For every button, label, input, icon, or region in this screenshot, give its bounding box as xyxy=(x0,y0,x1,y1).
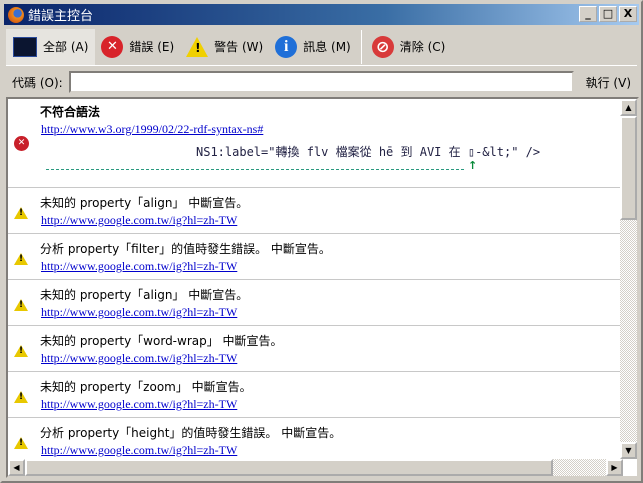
warning-link[interactable]: http://www.google.com.tw/ig?hl=zh-TW xyxy=(41,259,237,274)
warning-message: 未知的 property「align」 中斷宣告。 xyxy=(40,196,249,210)
clear-label: 清除 (C) xyxy=(399,40,446,54)
error-entry[interactable]: ✕ 不符合語法 http://www.w3.org/1999/02/22-rdf… xyxy=(8,99,623,188)
scroll-left-button[interactable]: ◀ xyxy=(8,459,25,476)
code-row: 代碼 (O): 執行 (V) xyxy=(6,68,637,96)
horizontal-scroll-thumb[interactable] xyxy=(25,459,553,476)
evaluate-button[interactable]: 執行 (V) xyxy=(580,74,637,91)
warning-icon: ! xyxy=(14,391,28,403)
warning-entry[interactable]: ! 未知的 property「align」 中斷宣告。 http://www.g… xyxy=(8,188,623,234)
tab-all-label: 全部 (A) xyxy=(43,40,89,54)
tab-all[interactable]: 全部 (A) xyxy=(6,28,96,65)
error-console-window: 錯誤主控台 _ □ X 全部 (A) ✕ 錯誤 (E) ! 警告 (W) i 訊… xyxy=(0,0,643,483)
error-icon: ✕ xyxy=(101,35,124,58)
warning-icon: ! xyxy=(14,253,28,265)
warning-link[interactable]: http://www.google.com.tw/ig?hl=zh-TW xyxy=(41,397,237,412)
error-caret: ↑ xyxy=(468,159,478,172)
tab-errors[interactable]: ✕ 錯誤 (E) xyxy=(95,29,180,65)
warning-message: 分析 property「height」的值時發生錯誤。 中斷宣告。 xyxy=(40,426,342,440)
code-label: 代碼 (O): xyxy=(12,75,63,90)
warning-link[interactable]: http://www.google.com.tw/ig?hl=zh-TW xyxy=(41,305,237,320)
error-icon: ✕ xyxy=(14,136,29,151)
toolbar-separator xyxy=(360,29,362,64)
console-list: ✕ 不符合語法 http://www.w3.org/1999/02/22-rdf… xyxy=(6,97,639,478)
warning-message: 分析 property「filter」的值時發生錯誤。 中斷宣告。 xyxy=(40,242,331,256)
info-icon: i xyxy=(275,35,298,58)
console-icon xyxy=(13,36,37,57)
tab-errors-label: 錯誤 (E) xyxy=(129,40,175,54)
error-source-line: NS1:label="轉換 flv 檔案從 hē 到 AVI 在 ▯-&lt;"… xyxy=(196,145,541,159)
warning-entry[interactable]: ! 未知的 property「align」 中斷宣告。 http://www.g… xyxy=(8,280,623,326)
scroll-up-button[interactable]: ▲ xyxy=(620,99,637,116)
warning-entry[interactable]: ! 未知的 property「word-wrap」 中斷宣告。 http://w… xyxy=(8,326,623,372)
vertical-scroll-thumb[interactable] xyxy=(620,116,637,220)
warning-icon: ! xyxy=(14,345,28,357)
warning-message: 未知的 property「align」 中斷宣告。 xyxy=(40,288,249,302)
warning-icon: ! xyxy=(14,437,28,449)
title-bar: 錯誤主控台 _ □ X xyxy=(4,4,639,25)
error-caret-line xyxy=(46,169,464,170)
close-button[interactable]: X xyxy=(619,6,637,22)
firefox-icon xyxy=(8,6,24,23)
tab-messages[interactable]: i 訊息 (M) xyxy=(269,29,357,65)
tab-warnings-label: 警告 (W) xyxy=(214,40,264,54)
clear-button[interactable]: ⊘ 清除 (C) xyxy=(366,29,452,65)
maximize-button[interactable]: □ xyxy=(599,6,617,22)
toolbar: 全部 (A) ✕ 錯誤 (E) ! 警告 (W) i 訊息 (M) ⊘ 清除 (… xyxy=(6,28,637,66)
window-title: 錯誤主控台 xyxy=(28,9,94,24)
warning-link[interactable]: http://www.google.com.tw/ig?hl=zh-TW xyxy=(41,351,237,366)
error-link[interactable]: http://www.w3.org/1999/02/22-rdf-syntax-… xyxy=(41,122,263,137)
vertical-scrollbar[interactable]: ▲ ▼ xyxy=(620,99,637,459)
warning-icon: ! xyxy=(14,207,28,219)
code-input[interactable] xyxy=(68,71,574,93)
warning-entry[interactable]: ! 分析 property「filter」的值時發生錯誤。 中斷宣告。 http… xyxy=(8,234,623,280)
minimize-button[interactable]: _ xyxy=(579,6,597,22)
warning-icon: ! xyxy=(186,36,209,57)
warning-link[interactable]: http://www.google.com.tw/ig?hl=zh-TW xyxy=(41,213,237,228)
warning-icon: ! xyxy=(14,299,28,311)
tab-warnings[interactable]: ! 警告 (W) xyxy=(180,29,269,65)
scroll-right-button[interactable]: ▶ xyxy=(606,459,623,476)
error-message: 不符合語法 xyxy=(40,105,101,119)
warning-entry[interactable]: ! 未知的 property「zoom」 中斷宣告。 http://www.go… xyxy=(8,372,623,418)
warning-link[interactable]: http://www.google.com.tw/ig?hl=zh-TW xyxy=(41,443,237,458)
warning-entry[interactable]: ! 分析 property「height」的值時發生錯誤。 中斷宣告。 http… xyxy=(8,418,623,464)
tab-messages-label: 訊息 (M) xyxy=(303,40,351,54)
warning-message: 未知的 property「zoom」 中斷宣告。 xyxy=(40,380,252,394)
warning-message: 未知的 property「word-wrap」 中斷宣告。 xyxy=(40,334,283,348)
clear-icon: ⊘ xyxy=(371,35,394,58)
horizontal-scrollbar[interactable]: ◀ ▶ xyxy=(8,459,623,476)
scroll-down-button[interactable]: ▼ xyxy=(620,442,637,459)
